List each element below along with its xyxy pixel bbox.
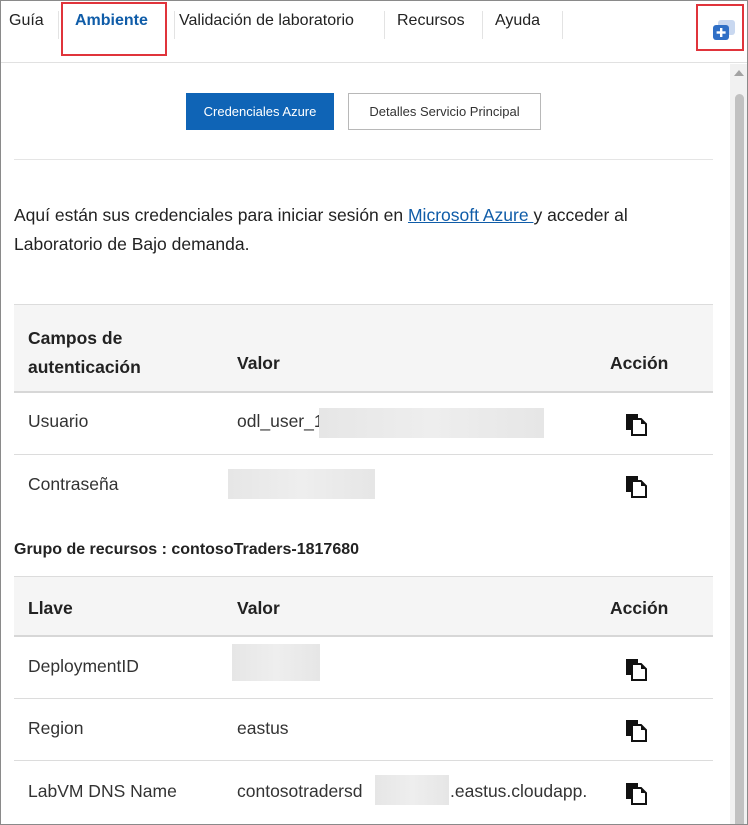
header-valor: Valor bbox=[237, 353, 280, 373]
resource-group-title: Grupo de recursos : contosoTraders-18176… bbox=[14, 541, 360, 558]
header-llave: Llave bbox=[28, 598, 73, 618]
redacted-value-mask bbox=[232, 644, 320, 681]
tab-guia[interactable]: Guía bbox=[9, 1, 59, 41]
tab-label: Validación de laboratorio bbox=[179, 12, 354, 29]
azure-credentials-button[interactable]: Credenciales Azure bbox=[186, 93, 334, 130]
tab-label: Recursos bbox=[397, 12, 465, 29]
table-row: LabVM DNS Name contosotradersd .eastus.c… bbox=[14, 761, 713, 823]
redacted-value-mask bbox=[319, 408, 544, 438]
value-usuario: odl_user_1 bbox=[237, 411, 324, 431]
tab-label: Ayuda bbox=[495, 12, 541, 29]
table-row: Region eastus bbox=[14, 699, 713, 761]
header-campos-de-autenticacion: Campos de autenticación bbox=[28, 328, 141, 377]
redacted-value-mask bbox=[375, 775, 449, 805]
header-accion: Acción bbox=[610, 598, 669, 618]
intro-text: Aquí están sus credenciales para iniciar… bbox=[14, 201, 714, 259]
field-contrasena: Contraseña bbox=[28, 474, 119, 494]
redacted-value-mask bbox=[228, 469, 375, 499]
button-label: Detalles Servicio Principal bbox=[369, 104, 520, 119]
copy-icon[interactable] bbox=[625, 657, 647, 681]
table-row: Usuario odl_user_1 bbox=[14, 393, 713, 455]
tab-ayuda[interactable]: Ayuda bbox=[495, 1, 563, 41]
copy-icon[interactable] bbox=[625, 781, 647, 805]
tab-validacion-de-laboratorio[interactable]: Validación de laboratorio bbox=[179, 1, 385, 41]
table-row: DeploymentID bbox=[14, 637, 713, 699]
auth-table-header: Campos de autenticación Valor Acción bbox=[14, 304, 713, 393]
value-dns-suffix: .eastus.cloudapp. bbox=[450, 781, 588, 801]
vertical-scrollbar[interactable] bbox=[730, 64, 747, 824]
microsoft-azure-link[interactable]: Microsoft Azure bbox=[408, 205, 533, 225]
intro-text-before: Aquí están sus credenciales para iniciar… bbox=[14, 205, 408, 225]
copy-icon[interactable] bbox=[625, 474, 647, 498]
open-new-window-icon[interactable] bbox=[712, 19, 736, 41]
copy-icon[interactable] bbox=[625, 718, 647, 742]
header-valor: Valor bbox=[237, 598, 280, 618]
tab-label: Guía bbox=[9, 12, 44, 29]
value-region: eastus bbox=[237, 718, 289, 738]
resource-table-header: Llave Valor Acción bbox=[14, 576, 713, 637]
table-row: Contraseña bbox=[14, 455, 713, 518]
lab-environment-panel: Guía Ambiente Validación de laboratorio … bbox=[0, 0, 748, 825]
divider bbox=[14, 159, 713, 160]
copy-icon[interactable] bbox=[625, 412, 647, 436]
service-principal-details-button[interactable]: Detalles Servicio Principal bbox=[348, 93, 541, 130]
button-label: Credenciales Azure bbox=[203, 104, 317, 119]
header-accion: Acción bbox=[610, 353, 669, 373]
key-labvm-dns-name: LabVM DNS Name bbox=[28, 781, 177, 801]
scroll-up-arrow-icon[interactable] bbox=[734, 70, 744, 76]
key-region: Region bbox=[28, 718, 84, 738]
tab-recursos[interactable]: Recursos bbox=[397, 1, 483, 41]
top-navigation: Guía Ambiente Validación de laboratorio … bbox=[1, 1, 747, 63]
highlight-box-ambiente bbox=[61, 2, 167, 56]
key-deploymentid: DeploymentID bbox=[28, 656, 139, 676]
field-usuario: Usuario bbox=[28, 411, 89, 431]
scrollbar-thumb[interactable] bbox=[735, 94, 744, 824]
value-dns-prefix: contosotradersd bbox=[237, 781, 363, 801]
